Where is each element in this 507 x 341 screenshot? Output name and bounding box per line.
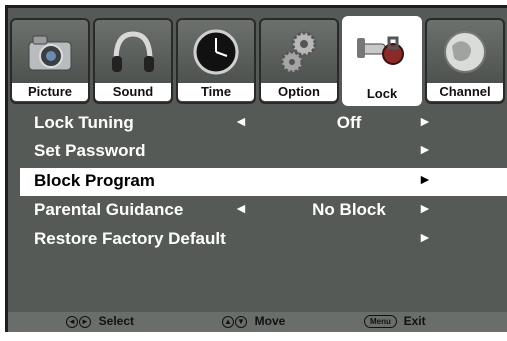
select-hint: ◄ ► Select [66, 314, 134, 328]
menu-item-label: Lock Tuning [34, 113, 134, 132]
exit-hint: Menu Exit [364, 314, 426, 329]
globe-icon [444, 31, 486, 73]
tab-option[interactable]: Option [259, 18, 339, 104]
menu-item-label: Set Password [34, 141, 146, 160]
right-key-icon: ► [79, 315, 91, 328]
menu-item-label: Restore Factory Default [34, 229, 226, 248]
menu-item-label: Block Program [34, 171, 155, 190]
headphones-icon [112, 31, 154, 72]
left-arrow-icon[interactable]: ◄ [234, 113, 248, 129]
down-key-icon: ▼ [235, 315, 247, 328]
menu-item-lock-tuning[interactable]: Lock Tuning ◄ Off ► [20, 110, 507, 138]
right-arrow-icon[interactable]: ► [418, 229, 432, 245]
clock-icon [193, 29, 239, 75]
key-lock-icon [357, 36, 404, 65]
select-label: Select [98, 314, 135, 328]
menu-item-restore-factory-default[interactable]: Restore Factory Default ► [20, 226, 507, 254]
menu-key-icon: Menu [364, 315, 397, 329]
menu-item-label: Parental Guidance [34, 200, 184, 219]
tab-label: Channel [427, 83, 503, 101]
tab-lock[interactable]: Lock [342, 16, 422, 106]
tab-label: Option [261, 83, 337, 101]
lock-menu: Lock Tuning ◄ Off ► Set Password ► Block… [8, 108, 507, 312]
help-bar: ◄ ► Select ▲ ▼ Move Menu Exit [8, 312, 507, 332]
tab-sound[interactable]: Sound [93, 18, 173, 104]
up-key-icon: ▲ [222, 315, 234, 328]
left-key-icon: ◄ [66, 315, 78, 328]
camera-icon [28, 35, 72, 71]
tab-label: Time [178, 83, 254, 101]
tab-bar: Picture Sound Time Option Lock Channel [8, 8, 507, 106]
menu-item-value: Off [336, 113, 362, 132]
tab-picture[interactable]: Picture [10, 18, 90, 104]
right-arrow-icon[interactable]: ► [418, 171, 432, 187]
osd-screen: Picture Sound Time Option Lock Channel L… [0, 0, 507, 341]
gears-icon [280, 31, 317, 74]
menu-item-set-password[interactable]: Set Password ► [20, 138, 507, 166]
tab-label: Lock [344, 85, 420, 103]
right-arrow-icon[interactable]: ► [418, 141, 432, 157]
left-arrow-icon[interactable]: ◄ [234, 200, 248, 216]
move-hint: ▲ ▼ Move [222, 314, 285, 328]
menu-item-block-program[interactable]: Block Program ► [20, 168, 507, 196]
tab-channel[interactable]: Channel [425, 18, 505, 104]
right-arrow-icon[interactable]: ► [418, 113, 432, 129]
tab-time[interactable]: Time [176, 18, 256, 104]
right-arrow-icon[interactable]: ► [418, 200, 432, 216]
move-label: Move [254, 314, 286, 328]
exit-label: Exit [403, 314, 426, 328]
tab-label: Sound [95, 83, 171, 101]
menu-item-value: No Block [312, 200, 386, 219]
menu-item-parental-guidance[interactable]: Parental Guidance ◄ No Block ► [20, 197, 507, 225]
tab-label: Picture [12, 83, 88, 101]
